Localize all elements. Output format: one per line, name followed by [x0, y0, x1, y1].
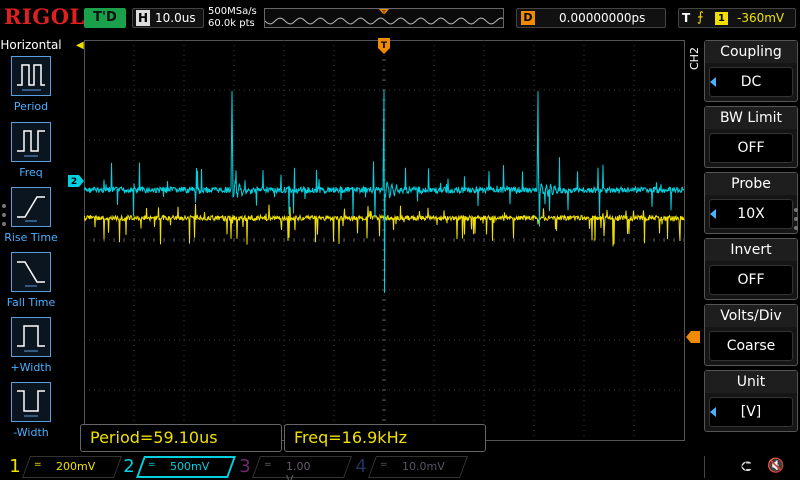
- delay-letter: D: [521, 11, 535, 25]
- measurement-frequency[interactable]: Freq=16.9kHz: [284, 424, 486, 452]
- channel-2-offset-marker[interactable]: 2: [68, 175, 84, 187]
- sidebar-item-rise-time[interactable]: Rise Time: [0, 187, 62, 249]
- channel-scale: 10.0mV: [402, 460, 445, 473]
- delay-value: 0.00000000ps: [559, 11, 646, 25]
- menu-item-value: DC: [709, 67, 793, 97]
- menu-item-coupling[interactable]: Coupling DC: [704, 40, 798, 102]
- channel-status-bar: 1 = 200mV 2 = 500mV 3 = 1.00 V 4 = 10.0m…: [0, 454, 800, 480]
- measurement-sidebar: Horizontal Period Freq Rise Time Fall Ti…: [0, 36, 62, 454]
- menu-item-value: OFF: [709, 133, 793, 163]
- timebase-display[interactable]: H 10.0us: [132, 8, 204, 28]
- sidebar-page-dots: [2, 204, 6, 231]
- menu-item-value: 10X: [709, 199, 793, 229]
- waveform-display[interactable]: [84, 40, 686, 442]
- channel-2-marker-label: 2: [71, 177, 77, 187]
- sidebar-item-label: Period: [13, 100, 49, 113]
- menu-item-title: Volts/Div: [705, 305, 797, 327]
- trigger-source-badge: 1: [715, 12, 728, 25]
- sample-rate: 500MSa/s: [208, 6, 257, 17]
- menu-item-title: BW Limit: [705, 107, 797, 129]
- timebase-value: 10.0us: [155, 11, 196, 25]
- rise-time-icon: [11, 187, 51, 227]
- channel-scale: 200mV: [56, 460, 96, 473]
- trigger-level-marker[interactable]: [686, 331, 700, 343]
- overview-wave: T: [264, 9, 504, 25]
- sidebar-item-negative-width[interactable]: -Width: [0, 382, 62, 444]
- dc-coupling-icon: =: [148, 460, 156, 470]
- trigger-level-value: -360mV: [737, 11, 785, 25]
- channel-menu: Coupling DC BW Limit OFF Probe 10X Inver…: [704, 40, 800, 436]
- sidebar-item-period[interactable]: Period: [0, 56, 62, 118]
- menu-page-dots: [794, 208, 798, 235]
- menu-item-unit[interactable]: Unit [V]: [704, 370, 798, 432]
- menu-item-title: Invert: [705, 239, 797, 261]
- menu-channel-tag: CH2: [688, 47, 701, 70]
- overview-trigger-letter: T: [381, 10, 386, 17]
- sidebar-item-label: Freq: [19, 166, 43, 179]
- trigger-letter: T: [682, 11, 691, 25]
- trigger-position-marker[interactable]: T: [378, 38, 390, 56]
- top-status-bar: RIGOL T'D H 10.0us 500MSa/s 60.0k pts T …: [0, 0, 800, 36]
- menu-item-invert[interactable]: Invert OFF: [704, 238, 798, 300]
- sidebar-title: Horizontal: [0, 38, 62, 52]
- menu-arrow-icon: [710, 209, 716, 219]
- trigger-status-badge: T'D: [84, 8, 126, 28]
- menu-item-bw-limit[interactable]: BW Limit OFF: [704, 106, 798, 168]
- speaker-muted-icon[interactable]: 🔇: [767, 458, 784, 474]
- sidebar-item-label: +Width: [10, 361, 52, 374]
- system-status-area: ⮈ 🔇: [704, 456, 798, 478]
- brand-logo: RIGOL: [4, 4, 85, 29]
- menu-item-value: Coarse: [709, 331, 793, 361]
- measurement-period[interactable]: Period=59.10us: [80, 424, 282, 452]
- menu-arrow-icon: [710, 77, 716, 87]
- waveform-overview: T: [264, 8, 504, 28]
- menu-item-title: Coupling: [705, 41, 797, 63]
- trigger-level-marker-icon: [686, 331, 700, 343]
- period-icon: [11, 56, 51, 96]
- sidebar-item-fall-time[interactable]: Fall Time: [0, 252, 62, 314]
- dc-coupling-icon: =: [264, 460, 272, 470]
- sidebar-item-label: -Width: [13, 426, 49, 439]
- trigger-display[interactable]: T ⨍ 1 -360mV: [678, 8, 796, 28]
- left-scroll-indicator-icon: ◀: [76, 40, 84, 51]
- waveform-traces: [84, 89, 685, 293]
- memory-depth: 60.0k pts: [208, 18, 255, 29]
- dc-coupling-icon: =: [34, 460, 42, 470]
- trigger-position-letter: T: [381, 41, 388, 51]
- menu-item-volts-div[interactable]: Volts/Div Coarse: [704, 304, 798, 366]
- menu-item-value: OFF: [709, 265, 793, 295]
- channel-scale: 500mV: [170, 460, 210, 473]
- menu-item-probe[interactable]: Probe 10X: [704, 172, 798, 234]
- menu-arrow-icon: [710, 407, 716, 417]
- positive-width-icon: [11, 317, 51, 357]
- channel-scale: 1.00 V: [286, 460, 311, 480]
- menu-item-title: Unit: [705, 371, 797, 393]
- rising-edge-icon: ⨍: [697, 10, 704, 25]
- timebase-letter: H: [136, 10, 150, 26]
- usb-icon[interactable]: ⮈: [741, 459, 752, 475]
- channel-2-trace: [84, 89, 685, 293]
- sidebar-item-freq[interactable]: Freq: [0, 122, 62, 184]
- sidebar-item-positive-width[interactable]: +Width: [0, 317, 62, 379]
- negative-width-icon: [11, 382, 51, 422]
- fall-time-icon: [11, 252, 51, 292]
- frequency-icon: [11, 122, 51, 162]
- sidebar-item-label: Fall Time: [6, 296, 56, 309]
- menu-item-value: [V]: [709, 397, 793, 427]
- sidebar-item-label: Rise Time: [4, 231, 58, 244]
- delay-display[interactable]: D 0.00000000ps: [516, 8, 666, 28]
- dc-coupling-icon: =: [380, 460, 388, 470]
- menu-item-title: Probe: [705, 173, 797, 195]
